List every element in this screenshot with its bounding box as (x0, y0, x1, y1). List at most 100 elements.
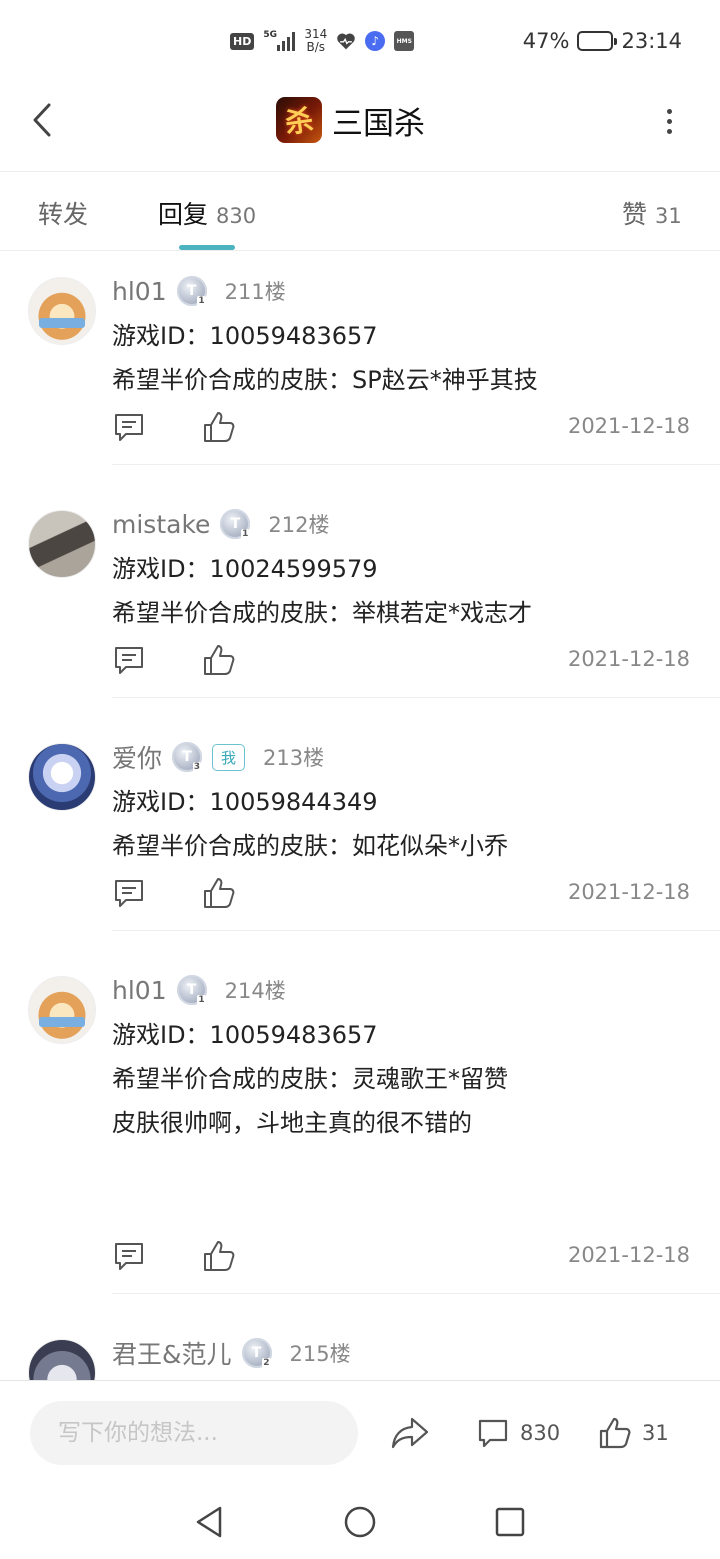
floor-number: 214楼 (224, 979, 286, 1003)
reply-date: 2021-12-18 (567, 647, 690, 671)
tab-count: 830 (216, 204, 257, 228)
tab-count: 31 (655, 204, 682, 228)
system-nav-bar (0, 1484, 720, 1559)
tab-label: 转发 (38, 200, 89, 229)
level-number: 2 (262, 1358, 271, 1368)
network-speed-value: 314 (304, 27, 328, 41)
more-dot-icon (666, 128, 672, 134)
network-speed-unit: B/s (306, 40, 326, 54)
status-icons: HD 5G 314 B/s ♪ HMS (230, 24, 415, 58)
battery-percent: 47% (522, 29, 570, 53)
level-letter: T (251, 1345, 262, 1361)
avatar[interactable] (28, 277, 96, 345)
divider (112, 1293, 720, 1294)
chevron-left-icon (33, 103, 51, 137)
reply-text: 希望半价合成的皮肤：如花似朵*小乔 (112, 832, 508, 860)
thumbs-up-icon[interactable] (202, 876, 236, 910)
hd-indicator: HD (230, 32, 255, 50)
comment-count: 830 (520, 1421, 561, 1445)
tab-label: 赞 (622, 200, 648, 229)
reply-list[interactable]: hl01 T1 211楼 游戏ID：10059483657 希望半价合成的皮肤：… (0, 252, 720, 1380)
floor-number: 211楼 (224, 280, 286, 304)
comment-icon[interactable] (112, 876, 146, 910)
share-icon[interactable] (390, 1415, 430, 1451)
level-badge: T3 (172, 742, 203, 772)
level-number: 3 (192, 762, 202, 772)
reply-item: 君王&范儿 T2 215楼 (0, 1314, 720, 1380)
divider (112, 930, 720, 931)
reply-item: mistake T1 212楼 游戏ID：10024599579 希望半价合成的… (0, 485, 720, 718)
active-tab-indicator (179, 245, 235, 250)
network-type: 5G (263, 30, 277, 40)
avatar[interactable] (28, 976, 96, 1044)
comment-icon[interactable] (112, 1239, 146, 1273)
level-letter: T (186, 283, 197, 299)
reply-text: 游戏ID：10059483657 (112, 1021, 378, 1049)
nav-home-icon[interactable] (340, 1502, 380, 1542)
username[interactable]: 爱你 (112, 739, 162, 775)
comment-icon[interactable] (112, 410, 146, 444)
comment-icon[interactable] (112, 643, 146, 677)
reply-text: 希望半价合成的皮肤：灵魂歌王*留赞 (112, 1065, 508, 1093)
divider (112, 464, 720, 465)
avatar[interactable] (28, 743, 96, 811)
avatar[interactable] (28, 1339, 96, 1380)
nav-back-icon[interactable] (190, 1502, 230, 1542)
tab-label: 回复 (158, 200, 209, 229)
divider (112, 697, 720, 698)
username[interactable]: hl01 (112, 277, 167, 306)
avatar[interactable] (28, 510, 96, 578)
status-bar: HD 5G 314 B/s ♪ HMS 47% 23:14 (0, 0, 720, 80)
app-header: 杀 三国杀 (0, 80, 720, 172)
bottom-action-bar: 830 31 (0, 1380, 720, 1484)
level-letter: T (182, 749, 192, 765)
me-badge: 我 (212, 743, 246, 771)
level-badge: T1 (220, 509, 251, 539)
level-number: 1 (241, 529, 250, 539)
level-badge: T1 (176, 975, 207, 1005)
tab-bar: 转发 回复 830 赞 31 (0, 173, 720, 251)
signal-icon: 5G (263, 30, 296, 51)
reply-date: 2021-12-18 (567, 414, 690, 438)
username[interactable]: 君王&范儿 (112, 1335, 232, 1371)
tab-likes[interactable]: 赞 31 (622, 195, 682, 231)
like-count: 31 (642, 1421, 669, 1445)
nav-recents-icon[interactable] (490, 1502, 530, 1542)
app-logo-char: 杀 (283, 103, 316, 140)
username[interactable]: mistake (112, 510, 210, 539)
hms-icon: HMS (394, 31, 415, 51)
level-number: 1 (197, 296, 206, 306)
more-options-button[interactable] (654, 106, 684, 136)
more-dot-icon (666, 118, 672, 124)
like-count-button[interactable]: 31 (598, 1413, 669, 1453)
reply-date: 2021-12-18 (567, 880, 690, 904)
thumbs-up-icon (599, 1417, 631, 1449)
reply-text: 游戏ID：10059844349 (112, 788, 378, 816)
network-speed: 314 B/s (304, 28, 327, 54)
page-title: 三国杀 (332, 105, 425, 142)
floor-number: 215楼 (289, 1342, 351, 1366)
username[interactable]: hl01 (112, 976, 167, 1005)
battery-icon (577, 31, 618, 51)
thumbs-up-icon[interactable] (202, 410, 236, 444)
reply-item: hl01 T1 211楼 游戏ID：10059483657 希望半价合成的皮肤：… (0, 252, 720, 485)
comment-icon (478, 1419, 508, 1448)
header-app-title[interactable]: 杀 三国杀 (276, 96, 425, 144)
tab-replies[interactable]: 回复 830 (158, 195, 256, 231)
level-number: 1 (197, 995, 206, 1005)
tab-forward[interactable]: 转发 (38, 195, 88, 231)
reply-text: 游戏ID：10059483657 (112, 322, 378, 350)
music-icon: ♪ (365, 31, 386, 51)
level-badge: T1 (176, 276, 207, 306)
thumbs-up-icon[interactable] (202, 1239, 236, 1273)
comment-count-button[interactable]: 830 (476, 1413, 560, 1453)
reply-text: 游戏ID：10024599579 (112, 555, 378, 583)
floor-number: 212楼 (268, 513, 330, 537)
reply-text: 希望半价合成的皮肤：举棋若定*戏志才 (112, 599, 532, 627)
thumbs-up-icon[interactable] (202, 643, 236, 677)
back-button[interactable] (22, 100, 62, 140)
clock: 23:14 (621, 29, 682, 53)
reply-item: hl01 T1 214楼 游戏ID：10059483657 希望半价合成的皮肤：… (0, 951, 720, 1314)
comment-input[interactable] (30, 1401, 358, 1465)
reply-date: 2021-12-18 (567, 1243, 690, 1267)
